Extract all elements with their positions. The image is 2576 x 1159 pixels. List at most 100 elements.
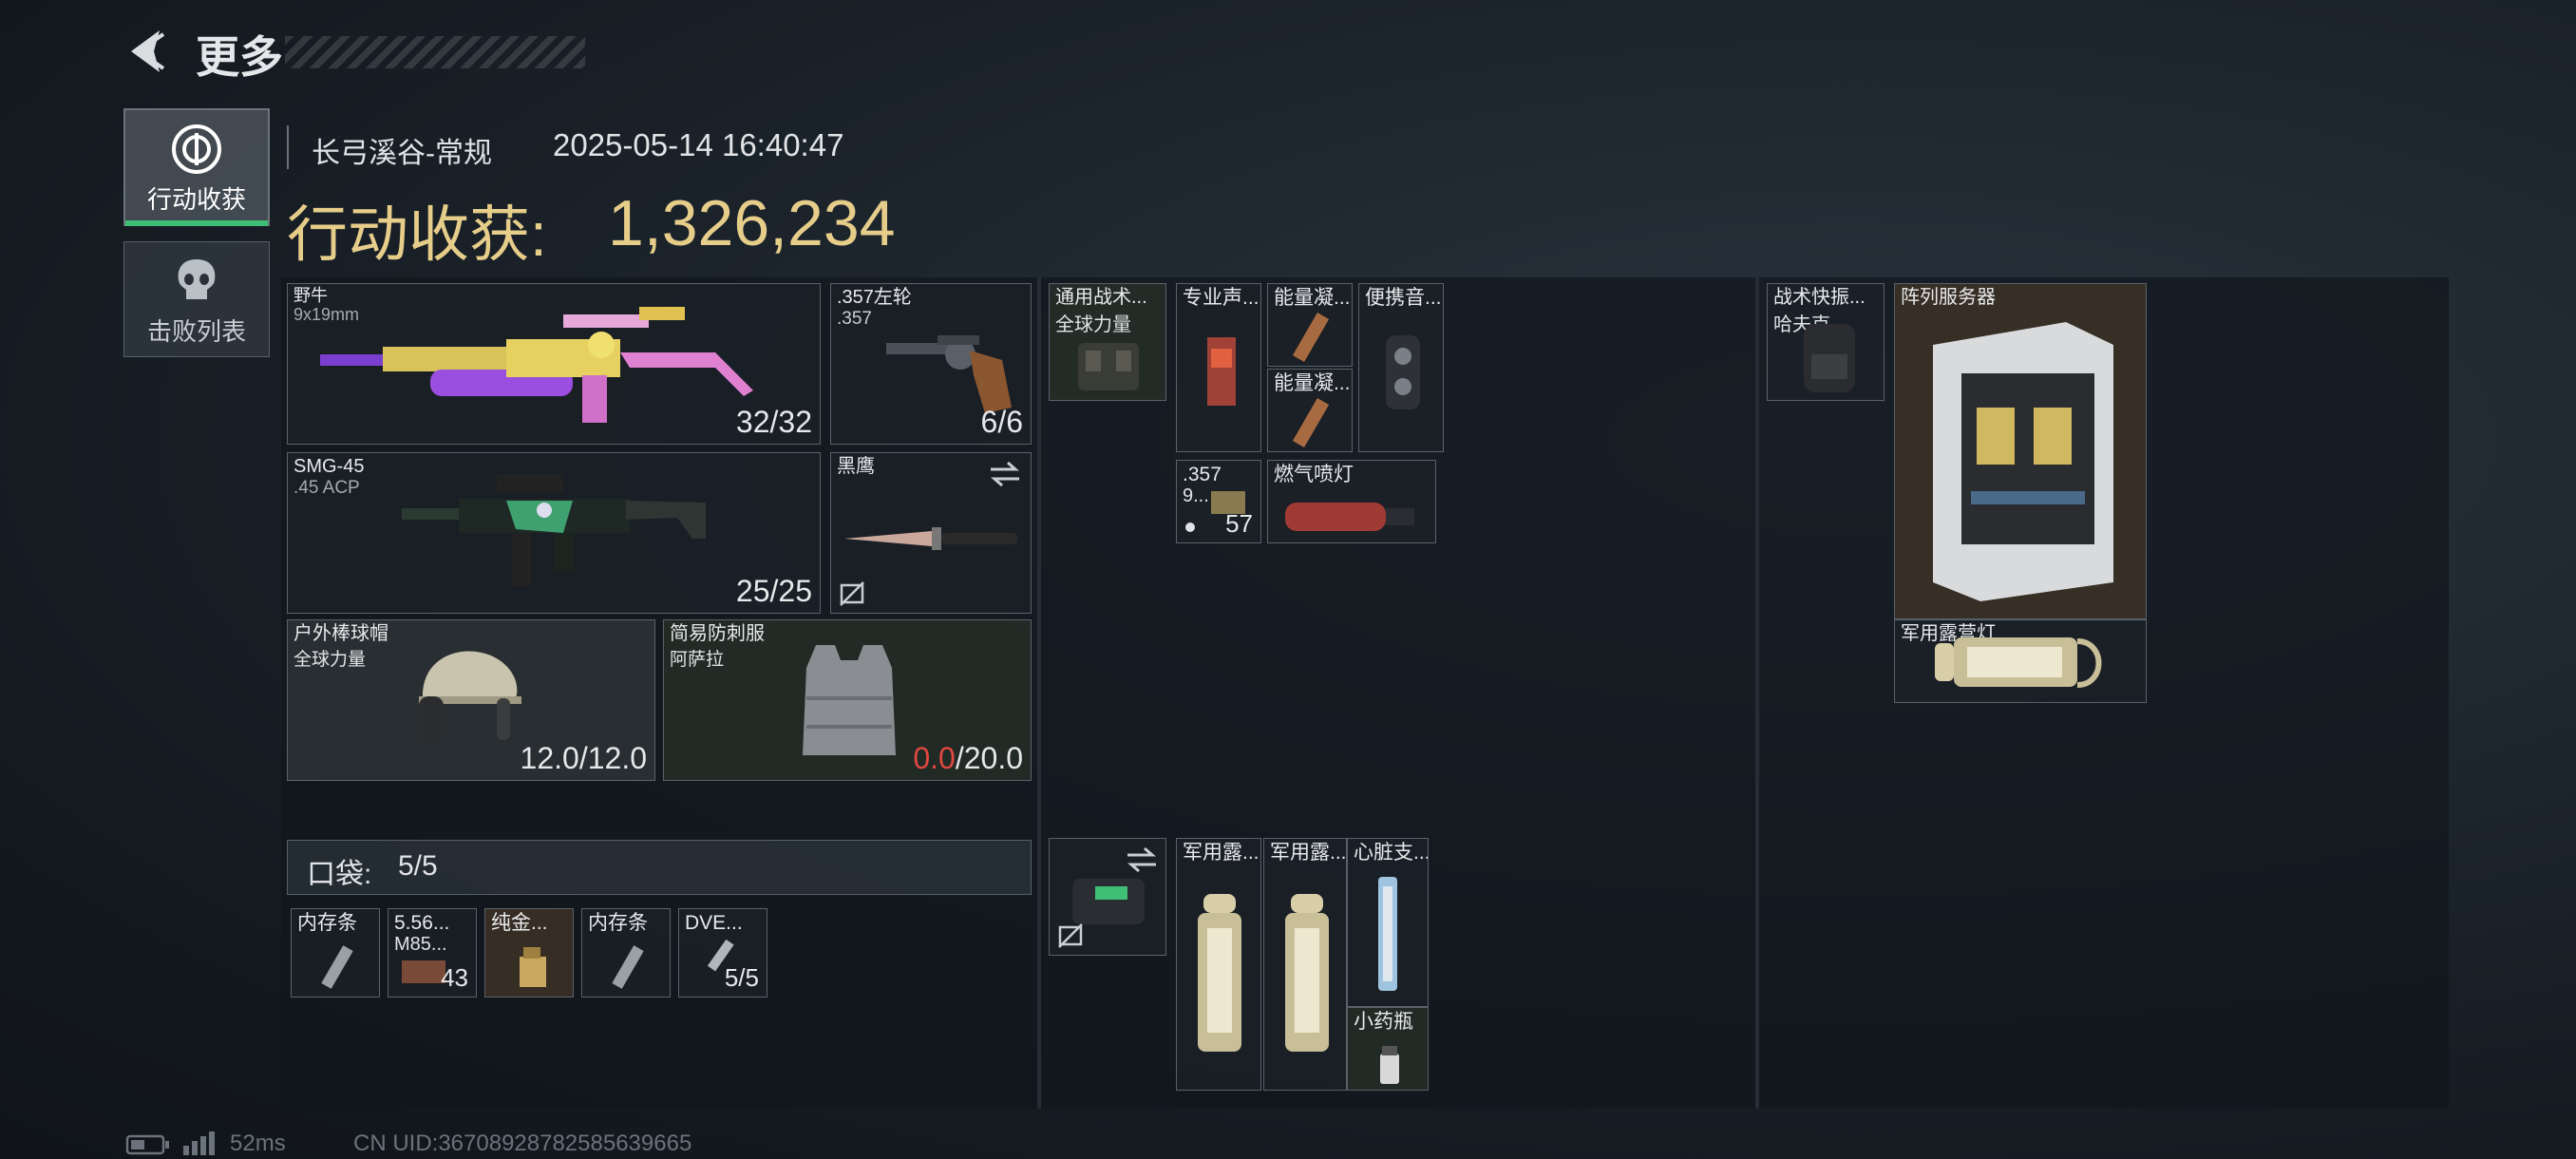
chest-rig-slot[interactable]: 通用战术... 全球力量 [1049,283,1166,401]
camping-lantern-icon [1935,637,2102,688]
item-name: 内存条 [588,912,648,934]
sound-card-icon [1207,337,1236,406]
panel-separator [1037,277,1041,1109]
item-name: 5.56... [394,912,450,934]
camping-lantern-icon [1198,894,1241,1052]
pocket-item[interactable]: DVE... 5/5 [678,908,767,998]
bag-item[interactable]: 心脏支... [1347,838,1429,1007]
loot-icon [172,124,221,174]
tab-kill-list-label: 击败列表 [146,317,246,346]
pocket-item[interactable]: 内存条 [291,908,380,998]
helmet-slot[interactable]: 户外棒球帽 全球力量 12.0/12.0 [287,619,655,781]
ram-stick-icon [612,945,644,989]
signal-icon [183,1131,215,1155]
back-button[interactable] [122,25,169,78]
armor-slot[interactable]: 简易防刺服 阿萨拉 0.0/20.0 [663,619,1032,781]
weapon-name: .357左轮 [837,287,912,308]
pocket-header: 口袋: 5/5 [287,840,1032,895]
item-name: 内存条 [297,912,357,934]
smg-icon [320,307,753,423]
rig-item[interactable]: 能量凝... [1267,369,1353,452]
back-arrow-icon [131,30,165,72]
swap-icon[interactable] [989,461,1021,487]
melee-slot[interactable]: 黑鹰 [830,452,1032,614]
backpack-slot[interactable]: 战术快振... 哈夫克 [1767,283,1885,401]
tab-action-loot-label: 行动收获 [146,185,246,214]
item-name: 能量凝... [1274,287,1351,309]
rig-item[interactable]: .357 9... 57 [1176,460,1261,543]
weapon-ammo: 25/25 [735,574,812,608]
tab-action-loot[interactable]: 行动收获 [123,108,270,226]
armor-durability-current: 0.0 [913,741,956,775]
knife-icon [844,527,1017,550]
item-name: 军用露... [1270,842,1347,864]
map-name: 长弓溪谷-常规 [312,138,492,169]
backpack-item[interactable]: 军用露营灯 [1894,619,2147,703]
pocket-item[interactable]: 5.56... M85... 43 [388,908,477,998]
title-decoration [285,36,585,68]
loot-value: 1,326,234 [608,187,896,259]
helmet-maker: 全球力量 [294,650,367,670]
item-count: 5/5 [724,963,759,992]
backpack-item[interactable]: 阵列服务器 [1894,283,2147,619]
armor-name: 简易防刺服 [670,623,765,644]
rig-name: 通用战术... [1055,287,1147,308]
item-count: 57 [1225,509,1253,538]
item-name: 专业声... [1183,287,1260,309]
bag-item[interactable]: 军用露... [1176,838,1261,1091]
helmet-icon [419,651,521,742]
rig-item[interactable]: 便携音... [1358,283,1444,452]
bag-item[interactable]: 小药瓶 [1347,1007,1429,1091]
helmet-durability: 12.0/12.0 [520,741,647,775]
battery-icon [125,1134,169,1155]
item-name: 便携音... [1365,287,1442,309]
rig-item[interactable]: 能量凝... [1267,283,1353,367]
raid-datetime: 2025-05-14 16:40:47 [553,127,844,162]
page-title: 更多 [196,32,283,82]
ram-stick-icon [321,945,353,989]
tab-kill-list[interactable]: 击败列表 [123,241,270,357]
melee-name: 黑鹰 [837,456,875,477]
ping-readout: 52ms [230,1130,286,1156]
gold-lighter-icon [520,947,546,987]
weapon-caliber: .357 [837,309,872,329]
pocket-item[interactable]: 内存条 [581,908,671,998]
item-name: 纯金... [491,912,548,934]
camping-lantern-icon [1285,894,1329,1052]
panel-separator [1755,277,1759,1109]
info-divider [287,125,289,169]
backpack-icon [1804,324,1855,392]
weapon-slot-sidearm[interactable]: .357左轮 .357 6/6 [830,283,1032,445]
energy-gel-icon [1292,397,1330,448]
weapon-ammo: 32/32 [735,405,812,439]
pocket-label: 口袋: [307,859,372,890]
dot-icon [1185,522,1195,532]
item-count: 43 [441,963,468,992]
item-name: 燃气喷灯 [1274,464,1354,485]
skull-icon [178,259,216,299]
weapon-slot-secondary[interactable]: SMG-45 .45 ACP 25/25 [287,452,821,614]
gas-torch-icon [1285,503,1414,531]
pocket-item[interactable]: 纯金... [484,908,574,998]
bag-slot[interactable] [1049,838,1166,956]
no-insure-icon [1058,923,1083,948]
item-name: DVE... [685,912,743,934]
pill-bottle-icon [1380,1046,1399,1084]
armor-durability-max: /20.0 [955,741,1023,775]
no-insure-icon [840,581,864,606]
backpack-name: 战术快振... [1773,287,1866,308]
server-rack-icon [1933,322,2113,601]
bag-item[interactable]: 军用露... [1263,838,1347,1091]
helmet-name: 户外棒球帽 [294,623,388,644]
armor-maker: 阿萨拉 [670,650,725,670]
vest-icon [803,645,896,755]
smg-icon [402,474,706,586]
rig-item[interactable]: 燃气喷灯 [1267,460,1436,543]
item-name: 阵列服务器 [1901,287,1996,308]
weapon-name: SMG-45 [294,456,365,477]
rig-item[interactable]: 专业声... [1176,283,1261,452]
item-name: 能量凝... [1274,372,1351,394]
weapon-slot-primary[interactable]: 野牛 9x19mm 32/32 [287,283,821,445]
loot-value-label: 行动收获: [287,200,547,269]
active-tab-underline [125,220,268,226]
